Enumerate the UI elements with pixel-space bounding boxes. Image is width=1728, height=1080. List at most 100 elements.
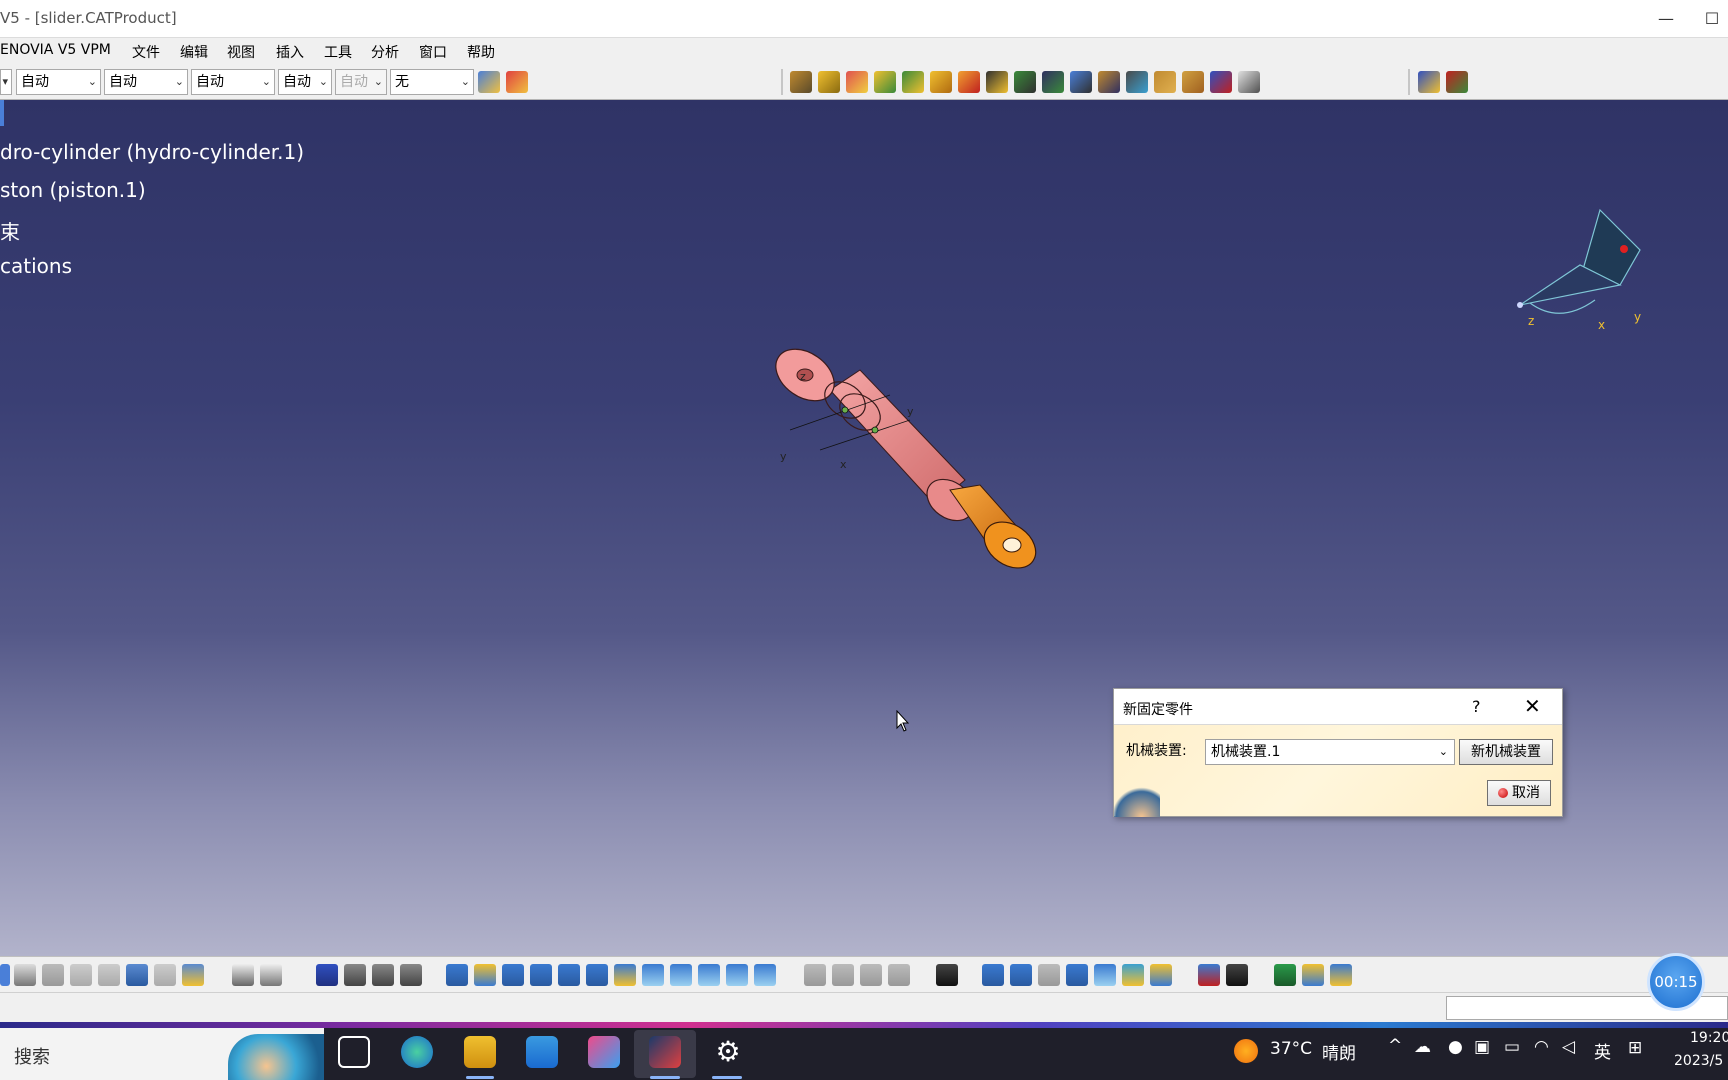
wifi-icon[interactable]: ◠ (1534, 1037, 1549, 1057)
catia-icon[interactable] (649, 1036, 681, 1068)
weather-sun-icon[interactable] (1234, 1039, 1258, 1063)
menu-enovia[interactable]: ENOVIA V5 VPM (0, 42, 111, 58)
tree-item-applications[interactable]: cations (0, 254, 72, 278)
combo-linetype[interactable]: 自动 ⌄ (278, 69, 332, 95)
zoom-in-icon[interactable] (558, 964, 580, 986)
mechanism-select[interactable]: 机械装置.1 ⌄ (1205, 739, 1455, 765)
edge-browser-icon[interactable] (401, 1036, 433, 1068)
joint-rigid-icon[interactable] (958, 71, 980, 93)
weather-temp[interactable]: 37°C (1270, 1039, 1312, 1059)
menu-help[interactable]: 帮助 (467, 42, 495, 62)
last-frame-icon[interactable] (1038, 964, 1060, 986)
paintbrush-icon[interactable] (478, 71, 500, 93)
copy-icon[interactable] (70, 964, 92, 986)
menu-view[interactable]: 视图 (227, 42, 255, 62)
filter-icon[interactable] (1094, 964, 1116, 986)
product-icon[interactable] (818, 71, 840, 93)
zoom-out-icon[interactable] (586, 964, 608, 986)
joint-screw-icon[interactable] (930, 71, 952, 93)
joint-cable-icon[interactable] (1154, 71, 1176, 93)
save-icon[interactable] (0, 964, 10, 986)
table-icon[interactable] (316, 964, 338, 986)
multi-view-icon[interactable] (642, 964, 664, 986)
fixed-part-icon[interactable] (1210, 71, 1232, 93)
joint-planar-icon[interactable] (1014, 71, 1036, 93)
comment-icon[interactable] (260, 964, 282, 986)
whats-this-icon[interactable] (182, 964, 204, 986)
unlink-icon[interactable] (888, 964, 910, 986)
combo-transparency[interactable]: 自动 ⌄ (104, 69, 188, 95)
refresh-icon[interactable] (1274, 964, 1296, 986)
file-explorer-icon[interactable] (464, 1036, 496, 1068)
clock-time[interactable]: 19:20 (1690, 1030, 1728, 1046)
onedrive-icon[interactable]: ☁ (1414, 1037, 1431, 1057)
volume-icon[interactable]: ◁ (1562, 1037, 1575, 1057)
joint-point-curve-icon[interactable] (1182, 71, 1204, 93)
undo-icon[interactable] (126, 964, 148, 986)
screen-icon[interactable]: ▣ (1474, 1037, 1490, 1057)
sync-icon[interactable] (1330, 964, 1352, 986)
normal-view-icon[interactable] (614, 964, 636, 986)
print-icon[interactable] (14, 964, 36, 986)
battery-icon[interactable]: ▭ (1504, 1037, 1520, 1057)
combo-partial[interactable]: ▾ (0, 69, 12, 95)
camera-icon[interactable] (936, 964, 958, 986)
joint-spherical-icon[interactable] (986, 71, 1008, 93)
mail-icon[interactable] (526, 1036, 558, 1068)
joint-rack-icon[interactable] (1126, 71, 1148, 93)
measure-icon[interactable] (400, 964, 422, 986)
joint-universal-icon[interactable] (1042, 71, 1064, 93)
hydro-cylinder-model[interactable]: z y y x (760, 340, 1060, 600)
search-icon[interactable] (1066, 964, 1088, 986)
axis-system-icon[interactable] (1238, 71, 1260, 93)
menu-edit[interactable]: 编辑 (180, 42, 208, 62)
compass-widget[interactable]: z x y (1510, 205, 1660, 335)
ime-mode-icon[interactable]: ⊞ (1628, 1038, 1642, 1058)
recording-timer[interactable]: 00:15 (1647, 953, 1705, 1011)
link-icon[interactable] (860, 964, 882, 986)
iso-view-icon[interactable] (670, 964, 692, 986)
target-icon[interactable] (982, 964, 1004, 986)
distance-icon[interactable] (1198, 964, 1220, 986)
light-icon[interactable] (1122, 964, 1144, 986)
tree-icon[interactable] (344, 964, 366, 986)
update-icon[interactable] (804, 964, 826, 986)
next-icon[interactable] (832, 964, 854, 986)
menu-analyze[interactable]: 分析 (371, 42, 399, 62)
formula-icon[interactable] (232, 964, 254, 986)
first-frame-icon[interactable] (1010, 964, 1032, 986)
combo-layer[interactable]: 无 ⌄ (390, 69, 474, 95)
joint-cv-icon[interactable] (1070, 71, 1092, 93)
redo-icon[interactable] (154, 964, 176, 986)
swap-visible-icon[interactable] (754, 964, 776, 986)
3d-viewport[interactable]: dro-cylinder (hydro-cylinder.1) ston (pi… (0, 100, 1728, 956)
lamp-icon[interactable] (1150, 964, 1172, 986)
fit-all-icon[interactable] (474, 964, 496, 986)
combo-color[interactable]: 自动 ⌄ (16, 69, 101, 95)
menu-window[interactable]: 窗口 (419, 42, 447, 62)
joint-gear-icon[interactable] (1098, 71, 1120, 93)
menu-tools[interactable]: 工具 (324, 42, 352, 62)
ime-indicator[interactable]: 英 (1594, 1038, 1611, 1063)
hide-show-icon[interactable] (726, 964, 748, 986)
tree-item-piston[interactable]: ston (piston.1) (0, 178, 146, 202)
task-view-icon[interactable] (338, 1036, 370, 1068)
joint-prismatic-icon[interactable] (874, 71, 896, 93)
maximize-button[interactable]: ☐ (1689, 4, 1728, 34)
assembly-feature-icon[interactable] (790, 71, 812, 93)
simulation-icon[interactable] (1418, 71, 1440, 93)
dialog-close-button[interactable]: ✕ (1524, 694, 1541, 718)
rotate-icon[interactable] (530, 964, 552, 986)
joint-cylindrical-icon[interactable] (902, 71, 924, 93)
dialog-help-button[interactable]: ? (1472, 697, 1481, 716)
menu-insert[interactable]: 插入 (276, 42, 304, 62)
combo-linewidth[interactable]: 自动 ⌄ (191, 69, 275, 95)
catalog-icon[interactable] (372, 964, 394, 986)
app-triangle-icon[interactable] (588, 1036, 620, 1068)
tree-item-hydro-cylinder[interactable]: dro-cylinder (hydro-cylinder.1) (0, 140, 304, 164)
paste-icon[interactable] (98, 964, 120, 986)
weather-desc[interactable]: 晴朗 (1322, 1039, 1356, 1064)
shading-icon[interactable] (698, 964, 720, 986)
cancel-button[interactable]: 取消 (1487, 780, 1551, 806)
microphone-icon[interactable]: ● (1448, 1037, 1463, 1057)
